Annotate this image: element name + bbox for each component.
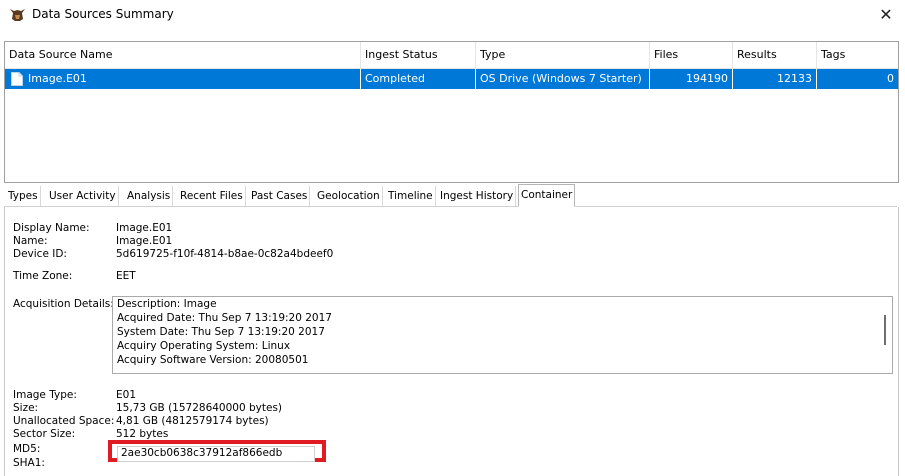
close-button[interactable]: ✕ bbox=[875, 4, 897, 26]
tab-timeline[interactable]: Timeline bbox=[386, 186, 436, 206]
tab-types[interactable]: Types bbox=[6, 186, 41, 206]
device-id-label: Device ID: bbox=[13, 248, 67, 260]
acquisition-details-label: Acquisition Details: bbox=[13, 298, 114, 310]
name-value: Image.E01 bbox=[116, 235, 173, 247]
acquisition-line: Acquiry Operating System: Linux bbox=[117, 340, 291, 352]
unallocated-space-label: Unallocated Space: bbox=[13, 415, 115, 427]
size-label: Size: bbox=[13, 402, 39, 414]
title-bar: Data Sources Summary ✕ bbox=[0, 0, 905, 30]
cell-results: 12133 bbox=[733, 69, 817, 89]
sector-size-value: 512 bytes bbox=[116, 428, 169, 440]
window-title: Data Sources Summary bbox=[32, 7, 174, 21]
table-header: Data Source Name Ingest Status Type File… bbox=[5, 42, 898, 69]
column-header-tags[interactable]: Tags bbox=[817, 42, 898, 68]
close-icon: ✕ bbox=[879, 5, 893, 24]
acquisition-line: Acquiry Software Version: 20080501 bbox=[117, 354, 309, 366]
md5-highlight-box: 2ae30cb0638c37912af866edb bbox=[108, 440, 326, 462]
column-header-type[interactable]: Type bbox=[476, 42, 650, 68]
table-row[interactable]: Image.E01 Completed OS Drive (Windows 7 … bbox=[5, 69, 898, 89]
device-id-value: 5d619725-f10f-4814-b8ae-0c82a4bdeef0 bbox=[116, 248, 334, 260]
time-zone-label: Time Zone: bbox=[13, 270, 73, 282]
cell-data-source-name: Image.E01 bbox=[5, 69, 361, 89]
name-label: Name: bbox=[13, 235, 48, 247]
sector-size-label: Sector Size: bbox=[13, 428, 76, 440]
autopsy-dog-icon bbox=[10, 9, 25, 21]
column-header-results[interactable]: Results bbox=[733, 42, 817, 68]
acquisition-line: Acquired Date: Thu Sep 7 13:19:20 2017 bbox=[117, 312, 332, 324]
md5-label: MD5: bbox=[13, 443, 41, 455]
acquisition-details-textarea[interactable]: Description: Image Acquired Date: Thu Se… bbox=[112, 296, 893, 374]
image-type-label: Image Type: bbox=[13, 389, 77, 401]
sha1-label: SHA1: bbox=[13, 457, 45, 469]
tab-past-cases[interactable]: Past Cases bbox=[249, 186, 311, 206]
cell-tags: 0 bbox=[887, 72, 894, 85]
summary-tabs: Types User Activity Analysis Recent File… bbox=[4, 184, 897, 207]
acquisition-line: Description: Image bbox=[117, 298, 217, 310]
tab-user-activity[interactable]: User Activity bbox=[47, 186, 119, 206]
column-header-ingest-status[interactable]: Ingest Status bbox=[361, 42, 476, 68]
container-panel: Display Name: Image.E01 Name: Image.E01 … bbox=[4, 207, 899, 476]
time-zone-value: EET bbox=[116, 270, 136, 282]
data-source-name: Image.E01 bbox=[28, 72, 87, 85]
tab-recent-files[interactable]: Recent Files bbox=[178, 186, 246, 206]
column-header-files[interactable]: Files bbox=[650, 42, 733, 68]
tab-ingest-history[interactable]: Ingest History bbox=[438, 186, 517, 206]
display-name-value: Image.E01 bbox=[116, 222, 173, 234]
acquisition-line: System Date: Thu Sep 7 13:19:20 2017 bbox=[117, 326, 325, 338]
cell-type: OS Drive (Windows 7 Starter) bbox=[476, 69, 650, 89]
unallocated-space-value: 4,81 GB (4812579174 bytes) bbox=[116, 415, 269, 427]
tab-container[interactable]: Container bbox=[518, 184, 576, 207]
tab-analysis[interactable]: Analysis bbox=[125, 186, 174, 206]
md5-field[interactable]: 2ae30cb0638c37912af866edb bbox=[117, 446, 315, 462]
file-icon bbox=[11, 72, 23, 86]
tab-geolocation[interactable]: Geolocation bbox=[315, 186, 383, 206]
size-value: 15,73 GB (15728640000 bytes) bbox=[116, 402, 283, 414]
cell-ingest-status: Completed bbox=[361, 69, 476, 89]
image-type-value: E01 bbox=[116, 389, 136, 401]
scrollbar-thumb[interactable] bbox=[884, 315, 886, 345]
column-header-data-source-name[interactable]: Data Source Name bbox=[5, 42, 361, 68]
display-name-label: Display Name: bbox=[13, 222, 90, 234]
data-sources-table: Data Source Name Ingest Status Type File… bbox=[4, 41, 899, 183]
cell-files: 194190 bbox=[650, 69, 733, 89]
md5-value: 2ae30cb0638c37912af866edb bbox=[121, 447, 283, 459]
